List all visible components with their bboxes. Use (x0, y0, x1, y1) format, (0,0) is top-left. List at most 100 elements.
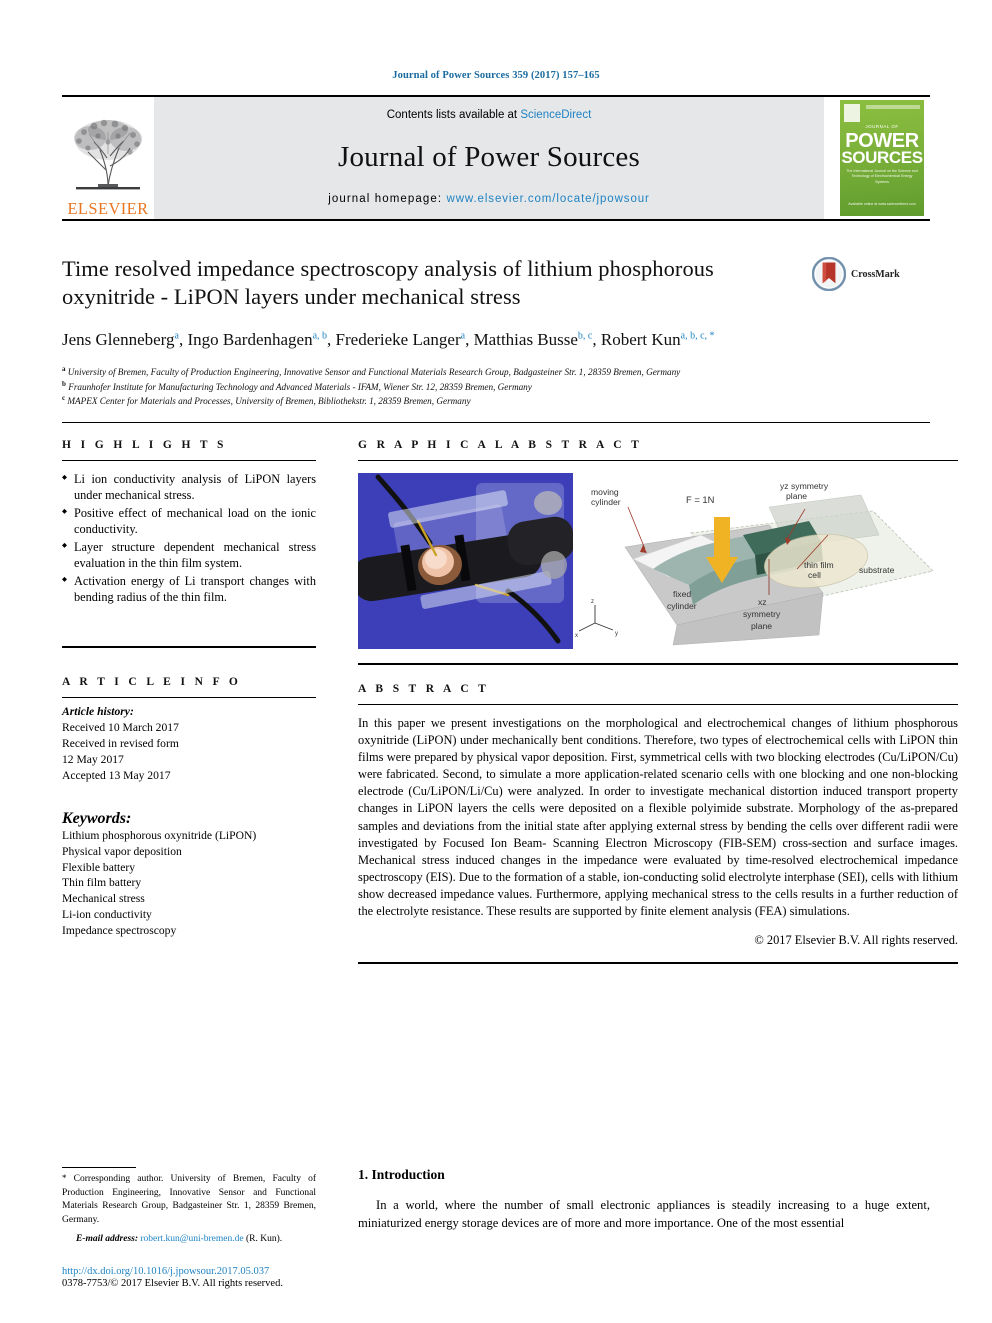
cover-word-sources: SOURCES (841, 148, 923, 167)
affiliation-marker: c (62, 393, 66, 402)
affiliation-a: a University of Bremen, Faculty of Produ… (62, 365, 930, 379)
author-name: Jens Glenneberg (62, 329, 175, 349)
elsevier-wordmark: ELSEVIER (67, 198, 149, 218)
affiliation-marker: b (62, 379, 66, 388)
cover-footer: Available online at www.sciencedirect.co… (848, 202, 916, 207)
abstract-rule (358, 703, 958, 705)
label-xz-plane: xz (758, 597, 767, 607)
highlights-rule (62, 459, 316, 461)
history-line: Received in revised form (62, 736, 179, 750)
journal-homepage-line: journal homepage: www.elsevier.com/locat… (328, 193, 650, 205)
journal-title: Journal of Power Sources (338, 140, 640, 173)
contents-prefix: Contents lists available at (386, 109, 521, 121)
label-moving-cylinder: moving (591, 487, 619, 497)
list-item: Activation energy of Li transport change… (62, 573, 316, 606)
elsevier-tree-icon (70, 113, 146, 200)
crossmark-badge[interactable]: CrossMark (812, 255, 930, 291)
sciencedirect-link[interactable]: ScienceDirect (520, 109, 591, 121)
keyword-item: Physical vapor deposition (62, 844, 182, 858)
fea-model-diagram: moving cylinder F = 1N yz symmetry plane… (573, 472, 958, 649)
email-line: E-mail address: robert.kun@uni-bremen.de… (62, 1234, 316, 1244)
axis-label-y: y (615, 631, 618, 637)
list-item: Positive effect of mechanical load on th… (62, 505, 316, 538)
label-yz-plane-2: plane (786, 491, 807, 501)
cover-top-band (866, 105, 920, 109)
email-owner: (R. Kun). (245, 1234, 283, 1244)
author-sep: , (327, 329, 336, 349)
elsevier-logo: ELSEVIER (62, 97, 154, 219)
author-affil-marker: b, c (577, 330, 593, 342)
label-fixed-cylinder: fixed (673, 589, 691, 599)
keywords-block: Keywords: Lithium phosphorous oxynitride… (62, 810, 316, 940)
footer-right-column: 1. Introduction In a world, where the nu… (334, 1167, 930, 1289)
affiliation-c: c MAPEX Center for Materials and Process… (62, 394, 930, 408)
author-affil-marker: a, b (312, 330, 328, 342)
doi-link[interactable]: http://dx.doi.org/10.1016/j.jpowsour.201… (62, 1266, 316, 1277)
article-history: Article history: Received 10 March 2017 … (62, 704, 316, 784)
article-title-block: Time resolved impedance spectroscopy ana… (62, 255, 930, 351)
email-label: E-mail address: (76, 1234, 139, 1244)
axis-label-z: z (591, 599, 594, 605)
journal-masthead: ELSEVIER Contents lists available at Sci… (62, 95, 930, 219)
author-sep: , (592, 329, 601, 349)
page-footer: * Corresponding author. University of Br… (62, 1166, 930, 1289)
list-item: Layer structure dependent mechanical str… (62, 539, 316, 572)
homepage-label: journal homepage: (328, 193, 443, 205)
footer-left-column: * Corresponding author. University of Br… (62, 1166, 334, 1289)
author-list: Jens Glenneberga, Ingo Bardenhagen a, b, … (62, 328, 800, 352)
keyword-item: Impedance spectroscopy (62, 924, 177, 938)
body-columns: H I G H L I G H T S Li ion conductivity … (62, 423, 958, 964)
masthead-center: Contents lists available at ScienceDirec… (154, 97, 824, 219)
article-info-heading: A R T I C L E I N F O (62, 675, 242, 688)
keyword-item: Mechanical stress (62, 892, 145, 906)
highlights-bottom-rule (62, 645, 316, 648)
fea-schematic: moving cylinder F = 1N yz symmetry plane… (573, 472, 958, 649)
author-name: Ingo Bardenhagen (187, 329, 313, 349)
author-name: Frederieke Langer (335, 329, 461, 349)
cover-kicker: JOURNAL OF (865, 124, 899, 129)
affiliation-marker: a (62, 365, 66, 374)
introduction-heading: 1. Introduction (358, 1166, 445, 1182)
experiment-photo (358, 472, 573, 649)
label-moving-cylinder-2: cylinder (591, 497, 621, 507)
left-column: H I G H L I G H T S Li ion conductivity … (62, 423, 334, 964)
author-4: Robert Kuna, b, c, * (601, 330, 715, 349)
affiliation-text: MAPEX Center for Materials and Processes… (67, 395, 471, 406)
author-2: Frederieke Langera, (336, 330, 474, 349)
graphical-abstract-rule (358, 459, 958, 461)
graphical-abstract-bottom-rule (358, 662, 958, 665)
label-thin-film-cell-2: cell (808, 570, 821, 580)
label-substrate: substrate (859, 565, 895, 575)
history-line: Received 10 March 2017 (62, 720, 179, 734)
email-link[interactable]: robert.kun@uni-bremen.de (140, 1234, 243, 1244)
label-yz-plane: yz symmetry (780, 481, 829, 491)
label-xz-plane-3: plane (751, 621, 772, 631)
axis-label-x: x (575, 633, 578, 639)
author-name: Matthias Busse (473, 329, 578, 349)
abstract-heading: A B S T R A C T (358, 682, 490, 695)
affiliation-text: University of Bremen, Faculty of Product… (67, 367, 681, 378)
homepage-url-link[interactable]: www.elsevier.com/locate/jpowsour (446, 193, 649, 205)
graphical-abstract-figure: moving cylinder F = 1N yz symmetry plane… (358, 472, 958, 649)
corresponding-star: * (62, 1172, 67, 1183)
author-1: Ingo Bardenhagena, b, (187, 330, 335, 349)
corresponding-author-note: * Corresponding author. University of Br… (62, 1172, 316, 1228)
abstract-block: A B S T R A C T In this paper we present… (358, 683, 958, 948)
cover-elsevier-mark-icon (844, 104, 860, 122)
label-fixed-cylinder-2: cylinder (667, 601, 697, 611)
keyword-item: Lithium phosphorous oxynitride (LiPON) (62, 828, 257, 842)
abstract-text: In this paper we present investigations … (358, 715, 958, 919)
crossmark-label: CrossMark (851, 268, 900, 280)
doi-block: http://dx.doi.org/10.1016/j.jpowsour.201… (62, 1266, 316, 1289)
author-affil-marker: a, b, c, * (680, 330, 715, 342)
history-line: Accepted 13 May 2017 (62, 768, 171, 782)
abstract-copyright: © 2017 Elsevier B.V. All rights reserved… (754, 932, 958, 947)
crossmark-icon (812, 257, 846, 291)
contents-available-line: Contents lists available at ScienceDirec… (387, 109, 592, 121)
graphical-abstract-heading: G R A P H I C A L A B S T R A C T (358, 438, 643, 451)
list-item: Li ion conductivity analysis of LiPON la… (62, 471, 316, 504)
corresponding-text: Corresponding author. University of Brem… (62, 1173, 317, 1226)
label-thin-film-cell: thin film (804, 560, 834, 570)
cover-art: JOURNAL OF POWER SOURCES The Internation… (840, 100, 924, 216)
author-name: Robert Kun (600, 329, 681, 349)
